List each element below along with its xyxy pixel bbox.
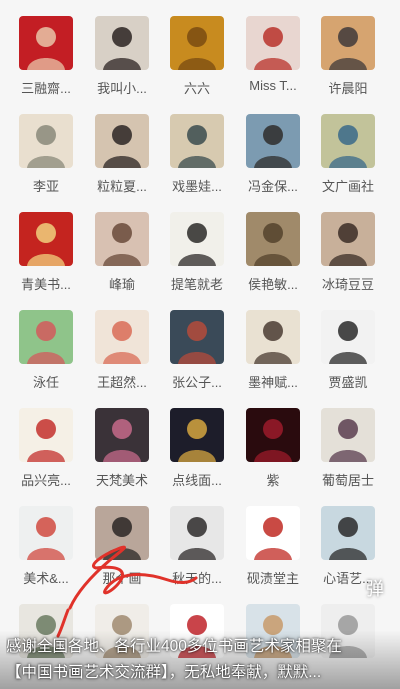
contact-item[interactable]: 那个画 [84, 506, 160, 587]
contact-item[interactable]: 张公子... [159, 310, 235, 391]
contact-avatar[interactable] [246, 16, 300, 70]
contact-avatar[interactable] [246, 408, 300, 462]
contact-avatar[interactable] [95, 114, 149, 168]
contact-name: 冰琦豆豆 [321, 277, 374, 292]
contact-name: 美术&... [23, 571, 69, 586]
contact-item[interactable]: 六六 [159, 16, 235, 97]
contact-name: 峰瑜 [108, 277, 135, 292]
contact-item[interactable]: 品兴亮... [8, 408, 84, 489]
contact-item[interactable]: 墨神赋... [235, 310, 311, 391]
contact-name: 紫 [266, 473, 280, 488]
contact-item[interactable]: 青美书... [8, 212, 84, 293]
contact-avatar[interactable] [19, 114, 73, 168]
contact-item[interactable]: 泳任 [8, 310, 84, 391]
contact-item[interactable]: 粒粒夏... [84, 114, 160, 195]
contact-avatar[interactable] [246, 212, 300, 266]
contact-name: 青美书... [21, 277, 71, 292]
contact-item[interactable]: 美术&... [8, 506, 84, 587]
contact-avatar[interactable] [170, 506, 224, 560]
contact-name: 冯金保... [248, 179, 298, 194]
contact-name: 文广画社 [321, 179, 374, 194]
contact-item[interactable]: 许晨阳 [310, 16, 386, 97]
contact-avatar[interactable] [170, 114, 224, 168]
contact-name: Miss T... [249, 78, 297, 93]
contact-name: 侯艳敏... [248, 277, 298, 292]
contact-avatar[interactable] [19, 212, 73, 266]
contact-name: 葡萄居士 [321, 473, 374, 488]
contact-avatar[interactable] [321, 506, 375, 560]
caption-line-1: 感谢全国各地、各行业400多位书画艺术家相聚在 [6, 638, 342, 655]
contact-item[interactable]: 天梵美术 [84, 408, 160, 489]
contact-name: 提笔就老 [170, 277, 223, 292]
contact-name: 墨神赋... [248, 375, 298, 390]
contact-name: 秋天的... [172, 571, 222, 586]
contact-avatar[interactable] [321, 16, 375, 70]
contact-item[interactable]: 戏墨娃... [159, 114, 235, 195]
contact-name: 王超然... [97, 375, 147, 390]
contact-item[interactable]: 峰瑜 [84, 212, 160, 293]
contact-item[interactable]: 三融齋... [8, 16, 84, 97]
contact-name: 张公子... [172, 375, 222, 390]
contact-name: 我叫小... [97, 81, 147, 96]
contact-name: 六六 [183, 81, 210, 96]
contact-item[interactable]: 葡萄居士 [310, 408, 386, 489]
contact-avatar[interactable] [321, 408, 375, 462]
contact-avatar[interactable] [95, 408, 149, 462]
contact-name: 天梵美术 [95, 473, 148, 488]
contact-item[interactable]: 王超然... [84, 310, 160, 391]
contact-avatar[interactable] [95, 16, 149, 70]
contact-avatar[interactable] [246, 310, 300, 364]
contact-item[interactable]: 李亚 [8, 114, 84, 195]
contact-avatar[interactable] [170, 408, 224, 462]
contact-avatar[interactable] [95, 310, 149, 364]
contact-name: 李亚 [32, 179, 59, 194]
contact-avatar[interactable] [246, 506, 300, 560]
contact-name: 粒粒夏... [97, 179, 147, 194]
contact-avatar[interactable] [170, 16, 224, 70]
contact-name: 三融齋... [21, 81, 71, 96]
subtitle-caption: 感谢全国各地、各行业400多位书画艺术家相聚在 【中国书画艺术交流群】，无私地奉… [0, 630, 400, 689]
contact-name: 贾盛凯 [328, 375, 368, 390]
danmu-toggle-icon[interactable]: 弹 [366, 575, 384, 601]
contact-avatar[interactable] [19, 310, 73, 364]
contact-avatar[interactable] [321, 310, 375, 364]
contact-avatar[interactable] [246, 114, 300, 168]
contact-avatar[interactable] [95, 212, 149, 266]
contact-avatar[interactable] [321, 212, 375, 266]
contact-item[interactable]: Miss T... [235, 16, 311, 93]
contact-item[interactable]: 砚渍堂主 [235, 506, 311, 587]
contact-item[interactable]: 我叫小... [84, 16, 160, 97]
contact-name: 品兴亮... [21, 473, 71, 488]
contact-avatar[interactable] [19, 16, 73, 70]
contact-item[interactable]: 侯艳敏... [235, 212, 311, 293]
contact-name: 许晨阳 [328, 81, 368, 96]
contact-name: 那个画 [102, 571, 142, 586]
contact-name: 戏墨娃... [172, 179, 222, 194]
contact-name: 点线面... [172, 473, 222, 488]
contact-name: 泳任 [32, 375, 59, 390]
contact-avatar[interactable] [19, 408, 73, 462]
contact-avatar[interactable] [170, 212, 224, 266]
contact-avatar[interactable] [170, 310, 224, 364]
contact-name: 砚渍堂主 [246, 571, 299, 586]
contact-avatar[interactable] [95, 506, 149, 560]
contact-item[interactable]: 紫 [235, 408, 311, 489]
contact-item[interactable]: 文广画社 [310, 114, 386, 195]
contact-item[interactable]: 提笔就老 [159, 212, 235, 293]
contact-item[interactable]: 冰琦豆豆 [310, 212, 386, 293]
caption-line-2: 【中国书画艺术交流群】，无私地奉献，默默... [6, 664, 322, 681]
contact-avatar[interactable] [321, 114, 375, 168]
contact-item[interactable]: 点线面... [159, 408, 235, 489]
contact-avatar[interactable] [19, 506, 73, 560]
contact-item[interactable]: 贾盛凯 [310, 310, 386, 391]
contact-item[interactable]: 秋天的... [159, 506, 235, 587]
contact-item[interactable]: 冯金保... [235, 114, 311, 195]
